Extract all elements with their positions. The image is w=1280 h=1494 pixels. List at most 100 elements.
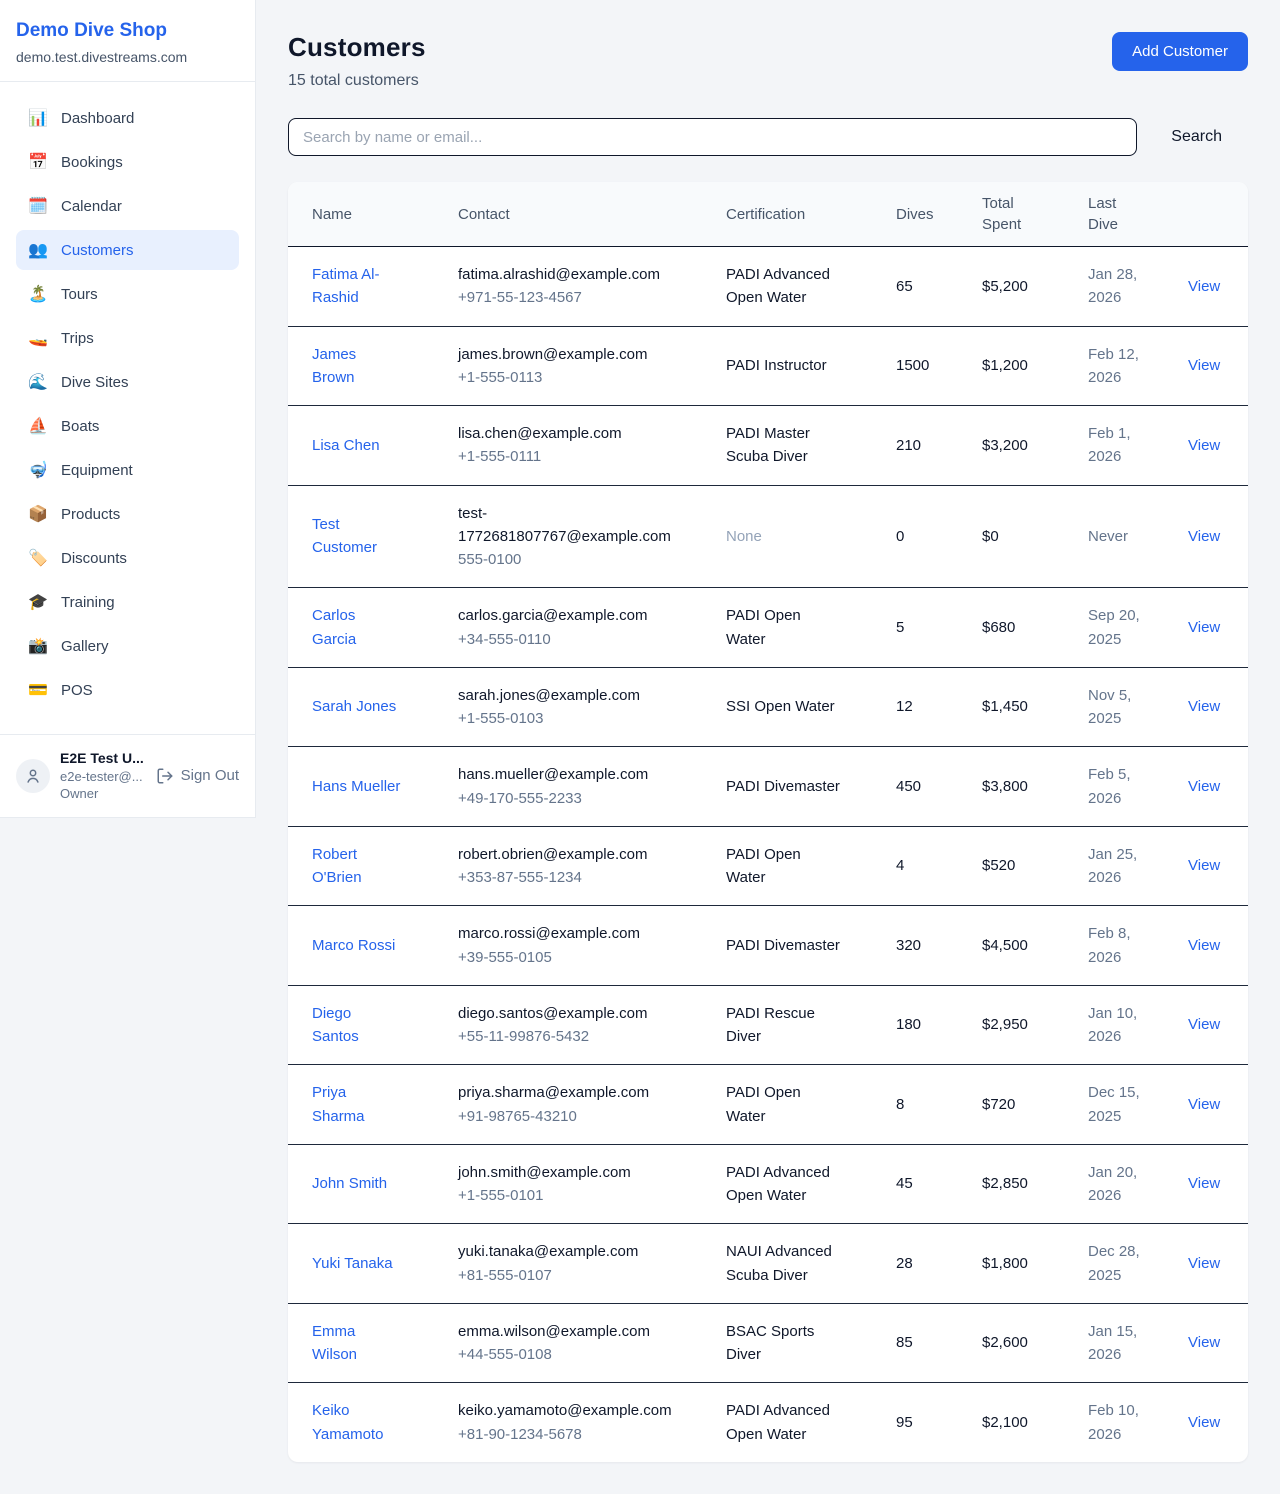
customers-table-card: NameContactCertificationDivesTotal Spent… [288, 182, 1248, 1462]
page-title: Customers [288, 32, 426, 63]
view-customer-link[interactable]: View [1188, 857, 1220, 874]
customer-email: lisa.chen@example.com [458, 422, 686, 445]
view-customer-link[interactable]: View [1188, 528, 1220, 545]
nav-item-icon: 📅 [28, 152, 48, 172]
table-row: Yuki Tanaka yuki.tanaka@example.com +81-… [288, 1224, 1248, 1304]
customer-certification: PADI Advanced Open Water [726, 1161, 844, 1208]
view-customer-link[interactable]: View [1188, 1414, 1220, 1431]
customer-certification: PADI Rescue Diver [726, 1002, 844, 1049]
sidebar-item-bookings[interactable]: 📅 Bookings [16, 142, 239, 182]
customer-certification: PADI Open Water [726, 843, 844, 890]
customer-total-spent: $5,200 [982, 278, 1028, 295]
customer-name-link[interactable]: Priya Sharma [312, 1081, 402, 1128]
table-row: Test Customer test-1772681807767@example… [288, 485, 1248, 588]
customer-certification: PADI Instructor [726, 354, 827, 377]
customer-last-dive: Feb 10, 2026 [1088, 1402, 1139, 1442]
customer-dives: 12 [896, 698, 913, 715]
view-customer-link[interactable]: View [1188, 357, 1220, 374]
sidebar-item-customers[interactable]: 👥 Customers [16, 230, 239, 270]
nav-item-label: POS [61, 682, 93, 699]
customer-dives: 4 [896, 857, 904, 874]
customer-name-link[interactable]: Marco Rossi [312, 934, 395, 957]
customer-dives: 180 [896, 1016, 921, 1033]
sidebar-item-pos[interactable]: 💳 POS [16, 670, 239, 710]
customer-name-link[interactable]: James Brown [312, 343, 402, 390]
customer-name-link[interactable]: Sarah Jones [312, 695, 396, 718]
sidebar-item-discounts[interactable]: 🏷️ Discounts [16, 538, 239, 578]
customer-last-dive: Jan 28, 2026 [1088, 266, 1137, 306]
sidebar-item-products[interactable]: 📦 Products [16, 494, 239, 534]
customer-name-link[interactable]: Carlos Garcia [312, 604, 402, 651]
search-button[interactable]: Search [1137, 128, 1248, 146]
view-customer-link[interactable]: View [1188, 1255, 1220, 1272]
customers-table: NameContactCertificationDivesTotal Spent… [288, 182, 1248, 1462]
customer-email: marco.rossi@example.com [458, 922, 686, 945]
customer-name-link[interactable]: John Smith [312, 1172, 387, 1195]
customer-name-link[interactable]: Robert O'Brien [312, 843, 402, 890]
customer-phone: 555-0100 [458, 548, 686, 571]
view-customer-link[interactable]: View [1188, 1016, 1220, 1033]
customer-phone: +1-555-0101 [458, 1184, 686, 1207]
customer-email: test-1772681807767@example.com [458, 502, 686, 549]
nav-item-label: Dive Sites [61, 374, 129, 391]
view-customer-link[interactable]: View [1188, 437, 1220, 454]
view-customer-link[interactable]: View [1188, 278, 1220, 295]
customer-phone: +1-555-0103 [458, 707, 686, 730]
table-row: John Smith john.smith@example.com +1-555… [288, 1144, 1248, 1224]
customer-dives: 95 [896, 1414, 913, 1431]
sidebar-item-tours[interactable]: 🏝️ Tours [16, 274, 239, 314]
view-customer-link[interactable]: View [1188, 1096, 1220, 1113]
nav-item-label: Customers [61, 242, 134, 259]
nav-item-icon: 📊 [28, 108, 48, 128]
nav-item-label: Dashboard [61, 110, 134, 127]
sidebar-item-boats[interactable]: ⛵ Boats [16, 406, 239, 446]
customer-phone: +1-555-0113 [458, 366, 686, 389]
view-customer-link[interactable]: View [1188, 619, 1220, 636]
customer-name-link[interactable]: Hans Mueller [312, 775, 400, 798]
customer-total-spent: $520 [982, 857, 1015, 874]
nav-item-label: Equipment [61, 462, 133, 479]
customer-name-link[interactable]: Diego Santos [312, 1002, 402, 1049]
customer-phone: +91-98765-43210 [458, 1105, 686, 1128]
sidebar-item-training[interactable]: 🎓 Training [16, 582, 239, 622]
nav-item-icon: 🗓️ [28, 196, 48, 216]
customer-certification: PADI Advanced Open Water [726, 263, 844, 310]
customer-phone: +44-555-0108 [458, 1343, 686, 1366]
customer-dives: 45 [896, 1175, 913, 1192]
nav-item-icon: 🌊 [28, 372, 48, 392]
sidebar-item-dive-sites[interactable]: 🌊 Dive Sites [16, 362, 239, 402]
view-customer-link[interactable]: View [1188, 698, 1220, 715]
customer-name-link[interactable]: Test Customer [312, 513, 402, 560]
view-customer-link[interactable]: View [1188, 1334, 1220, 1351]
sidebar-item-trips[interactable]: 🚤 Trips [16, 318, 239, 358]
add-customer-button[interactable]: Add Customer [1112, 32, 1248, 71]
customer-certification: PADI Open Water [726, 604, 844, 651]
sidebar-item-gallery[interactable]: 📸 Gallery [16, 626, 239, 666]
sidebar-item-dashboard[interactable]: 📊 Dashboard [16, 98, 239, 138]
nav-item-label: Boats [61, 418, 99, 435]
nav-item-label: Discounts [61, 550, 127, 567]
customer-last-dive: Feb 12, 2026 [1088, 346, 1139, 386]
table-row: James Brown james.brown@example.com +1-5… [288, 326, 1248, 406]
search-input[interactable] [288, 118, 1137, 156]
sidebar: Demo Dive Shop demo.test.divestreams.com… [0, 0, 256, 818]
customer-last-dive: Dec 15, 2025 [1088, 1084, 1140, 1124]
sign-out-button[interactable]: Sign Out [156, 767, 239, 785]
column-header-actions [1164, 182, 1248, 247]
view-customer-link[interactable]: View [1188, 778, 1220, 795]
sidebar-item-calendar[interactable]: 🗓️ Calendar [16, 186, 239, 226]
customer-name-link[interactable]: Lisa Chen [312, 434, 380, 457]
nav-item-icon: 🏷️ [28, 548, 48, 568]
view-customer-link[interactable]: View [1188, 1175, 1220, 1192]
view-customer-link[interactable]: View [1188, 937, 1220, 954]
customer-total-spent: $3,200 [982, 437, 1028, 454]
customer-dives: 65 [896, 278, 913, 295]
shop-name: Demo Dive Shop [16, 20, 239, 42]
sidebar-item-equipment[interactable]: 🤿 Equipment [16, 450, 239, 490]
customer-name-link[interactable]: Keiko Yamamoto [312, 1399, 402, 1446]
customer-name-link[interactable]: Emma Wilson [312, 1320, 402, 1367]
customer-total-spent: $0 [982, 528, 999, 545]
customer-certification: BSAC Sports Diver [726, 1320, 844, 1367]
customer-name-link[interactable]: Fatima Al-Rashid [312, 263, 402, 310]
customer-name-link[interactable]: Yuki Tanaka [312, 1252, 393, 1275]
